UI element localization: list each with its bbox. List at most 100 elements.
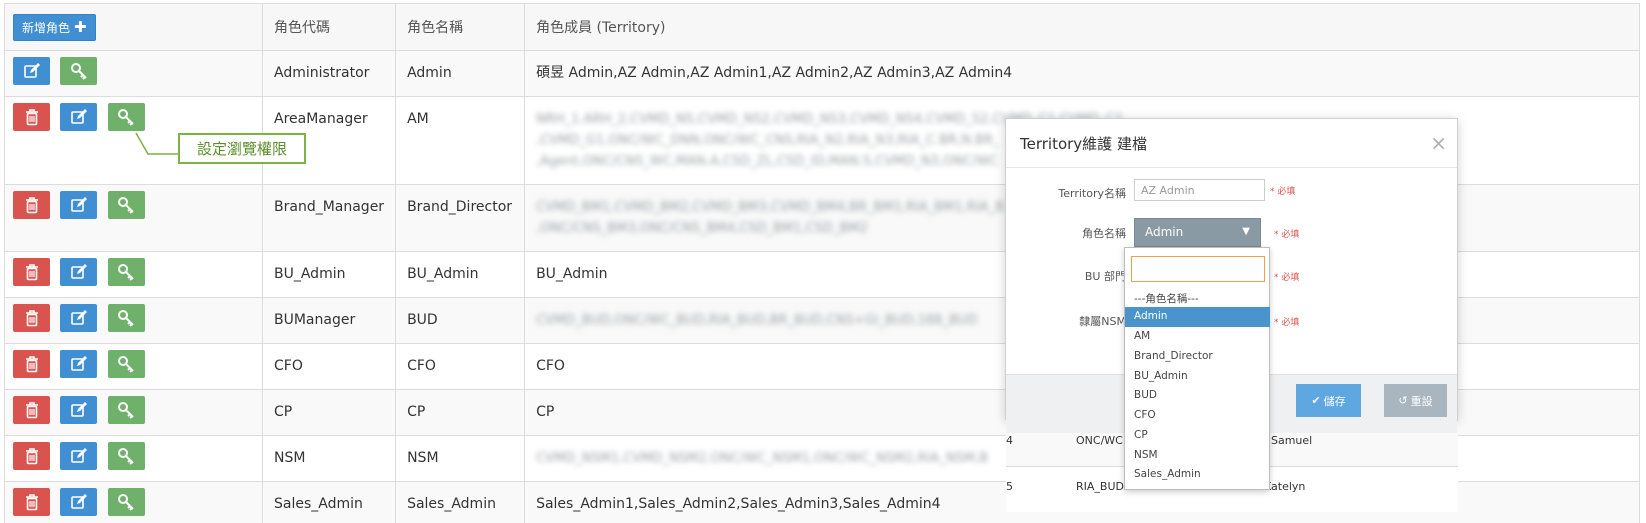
edit-icon — [71, 197, 87, 212]
territory-name-field[interactable] — [1134, 179, 1265, 201]
underlying-cell: RIA_BUD — [1076, 480, 1124, 493]
permission-button[interactable] — [107, 191, 145, 219]
role-name-label: 角色名稱 — [1082, 227, 1126, 240]
cell-role-name: AM — [395, 96, 526, 185]
plus-icon: ✚ — [74, 18, 87, 36]
delete-button[interactable] — [13, 304, 50, 332]
dropdown-option[interactable]: CFO — [1125, 406, 1270, 426]
row-actions — [4, 184, 263, 252]
row-actions — [4, 435, 263, 482]
row-actions — [4, 481, 263, 523]
permission-button[interactable] — [107, 350, 145, 378]
delete-button[interactable] — [13, 191, 50, 219]
permission-button[interactable] — [107, 103, 145, 131]
edit-button[interactable] — [60, 350, 98, 378]
dropdown-search-input[interactable] — [1131, 256, 1265, 282]
required-note: * 必填 — [1274, 230, 1300, 240]
table-row: Administrator Admin 碩昱 Admin,AZ Admin,AZ… — [4, 50, 1640, 97]
dropdown-option[interactable]: AM — [1125, 327, 1270, 347]
delete-button[interactable] — [13, 103, 50, 131]
table-header-row: 新增角色 ✚ 角色代碼 角色名稱 角色成員 (Territory) — [4, 3, 1640, 51]
edit-icon — [71, 264, 87, 279]
add-role-button[interactable]: 新增角色 ✚ — [13, 13, 96, 41]
trash-icon — [25, 494, 38, 511]
delete-button[interactable] — [13, 442, 50, 470]
delete-button[interactable] — [13, 258, 50, 286]
cell-role-name: BU_Admin — [395, 251, 526, 298]
trash-icon — [25, 402, 38, 419]
edit-button[interactable] — [13, 57, 50, 85]
row-actions — [4, 389, 263, 436]
save-label: 儲存 — [1323, 394, 1346, 408]
permission-button[interactable] — [60, 57, 98, 85]
dropdown-option[interactable]: ---角色名稱--- — [1125, 288, 1270, 308]
header-role-members: 角色成員 (Territory) — [524, 3, 1640, 51]
underlying-cell: 5 — [1006, 480, 1013, 493]
trash-icon — [25, 109, 38, 126]
dropdown-option[interactable]: CP — [1125, 426, 1270, 446]
cell-role-code: Brand_Manager — [261, 184, 397, 252]
save-button[interactable]: ✔ 儲存 — [1296, 384, 1361, 417]
dropdown-option[interactable]: Sales_Admin — [1125, 465, 1270, 485]
edit-icon — [71, 109, 87, 124]
close-icon[interactable]: × — [1430, 131, 1447, 155]
delete-button[interactable] — [13, 488, 50, 516]
edit-button[interactable] — [60, 488, 98, 516]
edit-button[interactable] — [60, 442, 98, 470]
role-name-select[interactable]: Admin ▼ — [1134, 218, 1261, 247]
header-role-name: 角色名稱 — [395, 3, 526, 51]
permission-button[interactable] — [107, 488, 145, 516]
check-icon: ✔ — [1311, 394, 1321, 407]
cell-role-code: CFO — [261, 343, 397, 390]
modal-title: Territory維護 建檔 — [1020, 135, 1147, 153]
row-actions — [4, 297, 263, 344]
trash-icon — [25, 197, 38, 214]
row-actions — [4, 50, 263, 97]
dropdown-option[interactable]: NSM — [1125, 446, 1270, 466]
cell-role-name: Brand_Director — [395, 184, 526, 252]
permission-button[interactable] — [107, 442, 145, 470]
dropdown-option[interactable]: Admin — [1125, 307, 1270, 327]
edit-icon — [71, 494, 87, 509]
cell-role-name: NSM — [395, 435, 526, 482]
dropdown-option[interactable]: BU_Admin — [1125, 367, 1270, 387]
trash-icon — [25, 356, 38, 373]
edit-button[interactable] — [60, 396, 98, 424]
cell-role-members: 碩昱 Admin,AZ Admin,AZ Admin1,AZ Admin2,AZ… — [524, 50, 1640, 97]
cell-role-code: BU_Admin — [261, 251, 397, 298]
required-note: * 必填 — [1274, 318, 1300, 328]
key-icon — [70, 63, 87, 80]
territory-name-label: Territory名稱 — [1058, 187, 1126, 200]
permission-button[interactable] — [107, 396, 145, 424]
key-icon — [118, 109, 135, 126]
header-actions: 新增角色 ✚ — [4, 3, 263, 51]
cell-role-code: CP — [261, 389, 397, 436]
trash-icon — [25, 264, 38, 281]
undo-icon: ↺ — [1398, 394, 1408, 407]
delete-button[interactable] — [13, 396, 50, 424]
cell-role-name: CP — [395, 389, 526, 436]
dropdown-option[interactable]: BUD — [1125, 386, 1270, 406]
cell-role-name: BUD — [395, 297, 526, 344]
reset-label: 重設 — [1410, 394, 1433, 408]
dropdown-option[interactable]: Brand_Director — [1125, 347, 1270, 367]
key-icon — [118, 494, 135, 511]
add-role-label: 新增角色 — [22, 20, 71, 35]
role-dropdown: ---角色名稱--- Admin AM Brand_Director BU_Ad… — [1124, 247, 1270, 490]
key-icon — [118, 264, 135, 281]
reset-button[interactable]: ↺ 重設 — [1384, 384, 1447, 417]
key-icon — [118, 356, 135, 373]
header-role-code: 角色代碼 — [261, 3, 397, 51]
edit-icon — [23, 63, 40, 78]
edit-button[interactable] — [60, 304, 98, 332]
edit-button[interactable] — [60, 258, 98, 286]
key-icon — [118, 310, 135, 327]
permission-button[interactable] — [107, 304, 145, 332]
underlying-cell: , Samuel — [1264, 434, 1313, 447]
edit-button[interactable] — [60, 191, 98, 219]
delete-button[interactable] — [13, 350, 50, 378]
edit-button[interactable] — [60, 103, 98, 131]
row-actions — [4, 251, 263, 298]
permission-button[interactable] — [107, 258, 145, 286]
key-icon — [118, 197, 135, 214]
